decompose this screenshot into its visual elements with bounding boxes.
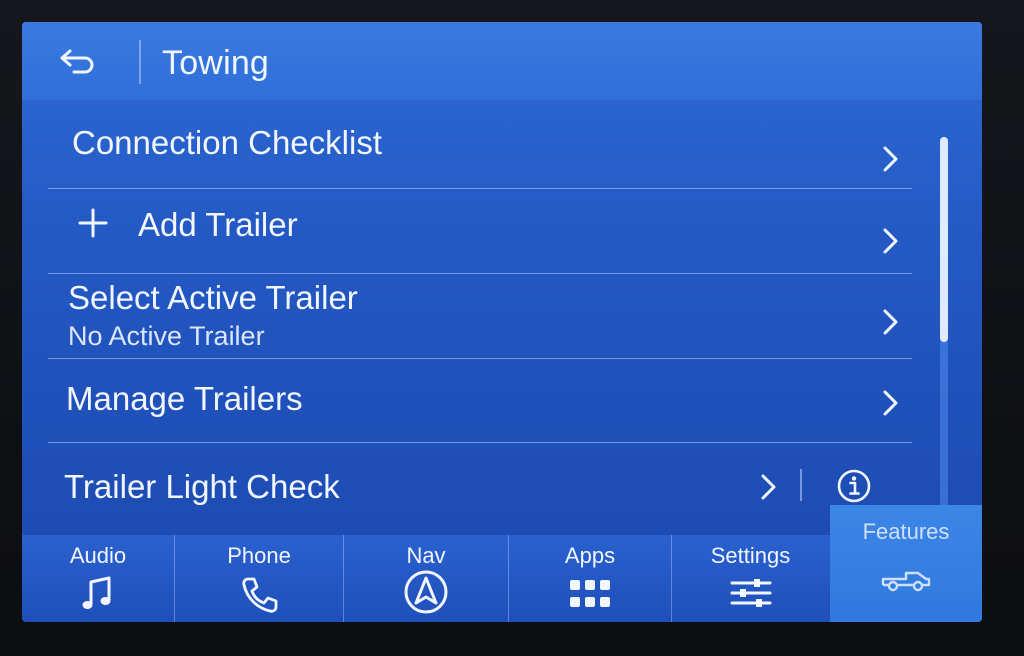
back-arrow-icon bbox=[60, 49, 94, 74]
active-trailer-status: No Active Trailer bbox=[68, 321, 265, 351]
list-item-trailer-light-check[interactable]: Trailer Light Check bbox=[48, 442, 912, 525]
info-icon[interactable] bbox=[836, 468, 872, 504]
tab-settings[interactable]: Settings bbox=[672, 535, 829, 622]
infotainment-screen: Towing Connection Checklist Add Trailer … bbox=[22, 22, 982, 622]
list-item-add-trailer[interactable]: Add Trailer bbox=[48, 188, 912, 274]
chevron-right-icon bbox=[883, 228, 898, 254]
list-item-label: Manage Trailers bbox=[66, 380, 303, 417]
list-item-manage-trailers[interactable]: Manage Trailers bbox=[48, 358, 912, 443]
chevron-right-icon bbox=[883, 146, 898, 172]
list-item-connection-checklist[interactable]: Connection Checklist bbox=[48, 100, 912, 189]
list-item-label: Connection Checklist bbox=[72, 124, 382, 161]
navigation-arrow-icon bbox=[404, 570, 448, 614]
phone-icon bbox=[242, 577, 278, 613]
tab-label: Features bbox=[862, 519, 950, 544]
chevron-right-icon bbox=[883, 309, 898, 335]
tab-features[interactable]: Features bbox=[830, 505, 982, 622]
music-note-icon bbox=[82, 576, 111, 609]
apps-grid-icon bbox=[570, 580, 610, 607]
chevron-right-icon bbox=[761, 474, 776, 500]
chevron-right-icon bbox=[883, 390, 898, 416]
back-button[interactable] bbox=[52, 40, 104, 84]
list-item-label: Trailer Light Check bbox=[64, 468, 340, 505]
truck-icon bbox=[881, 571, 931, 592]
list-item-select-active-trailer[interactable]: Select Active Trailer No Active Trailer bbox=[48, 273, 912, 359]
tab-nav[interactable]: Nav bbox=[344, 535, 509, 622]
tab-label: Audio bbox=[69, 543, 127, 568]
tab-apps[interactable]: Apps bbox=[509, 535, 672, 622]
tab-label: Settings bbox=[710, 543, 791, 568]
plus-icon bbox=[78, 208, 108, 238]
tab-audio[interactable]: Audio bbox=[22, 535, 175, 622]
tab-phone[interactable]: Phone bbox=[175, 535, 344, 622]
row-action-divider bbox=[800, 469, 802, 501]
list-item-label: Add Trailer bbox=[138, 206, 298, 243]
bottom-tab-bar: Audio Phone Nav Apps Settings Features bbox=[22, 505, 982, 622]
tab-label: Nav bbox=[406, 543, 446, 568]
sliders-icon bbox=[730, 579, 771, 607]
scrollbar-thumb[interactable] bbox=[940, 137, 948, 342]
page-title: Towing bbox=[162, 44, 270, 82]
tab-label: Phone bbox=[227, 543, 291, 568]
header-divider bbox=[139, 40, 141, 84]
scrollbar[interactable] bbox=[940, 137, 948, 532]
header-bar: Towing bbox=[22, 22, 982, 100]
list-item-label: Select Active Trailer bbox=[68, 279, 358, 316]
tab-label: Apps bbox=[564, 543, 616, 568]
towing-menu-list: Connection Checklist Add Trailer Select … bbox=[22, 100, 982, 525]
